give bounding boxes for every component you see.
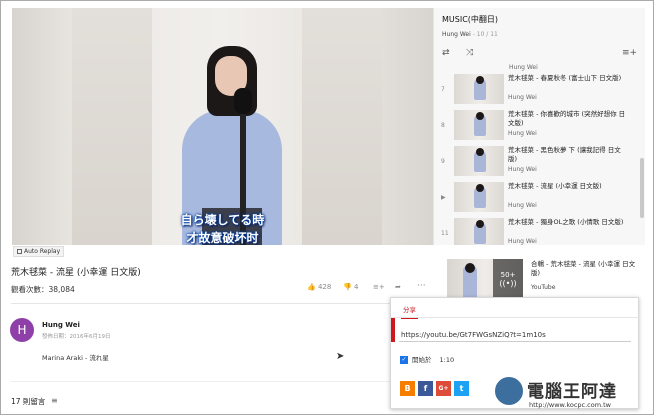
blogger-icon[interactable]: B [400, 381, 415, 396]
divider [11, 303, 431, 304]
related-channel: YouTube [531, 284, 556, 291]
playlist-item-index: 8 [441, 122, 445, 129]
add-to-icon[interactable]: ≡+ [373, 283, 385, 291]
playlist-item-title: 荒木毬菜 - 你喜歡的城市 (突然好想你 日文版) [508, 110, 626, 127]
playlist-scrollbar[interactable] [640, 158, 644, 218]
playlist-item-thumbnail [454, 218, 504, 245]
like-count: 428 [317, 283, 332, 291]
subtitle-line-1: 自ら壊してる時 [180, 213, 265, 227]
playlist-panel: MUSIC(中翻日) Hung Wei - 10 / 11 ⇄ ⤨ ≡+ Hun… [433, 8, 645, 245]
share-icon[interactable]: ➦ [395, 283, 401, 291]
watermark-title: 電腦王阿達 [527, 382, 617, 402]
divider [11, 381, 431, 382]
playlist-item[interactable]: 7 荒木毬菜 - 春夏秋冬 (富士山下 日文版) Hung Wei [434, 71, 645, 107]
playlist-item-index: 7 [441, 86, 445, 93]
playlist-item-author: Hung Wei [508, 130, 537, 137]
checkbox-icon [17, 249, 22, 254]
publish-date: 發佈日期：2016年6月19日 [42, 334, 111, 340]
loop-icon[interactable]: ⇄ [442, 48, 450, 58]
checkbox-checked-icon[interactable]: ✓ [400, 356, 408, 364]
playlist-position: - 10 / 11 [470, 31, 498, 38]
start-time-value[interactable]: 1:10 [440, 356, 455, 364]
thumbs-up-icon: 👍 [307, 283, 316, 291]
playlist-item[interactable]: 8 荒木毬菜 - 你喜歡的城市 (突然好想你 日文版) Hung Wei [434, 107, 645, 143]
related-thumbnail[interactable]: 50+ ((•)) [447, 259, 523, 300]
playlist-item-thumbnail [454, 74, 504, 104]
video-title: 荒木毬菜 - 流星 (小幸運 日文版) [11, 268, 141, 278]
google-plus-icon[interactable]: G+ [436, 381, 451, 396]
playlist-item-index: 9 [441, 158, 445, 165]
playlist-item-title: 荒木毬菜 - 獨身OL之歌 (小情歌 日文版) [508, 218, 624, 226]
watermark-logo [493, 375, 525, 407]
playlist-item-thumbnail [454, 110, 504, 140]
facebook-icon[interactable]: f [418, 381, 433, 396]
playlist-item-current[interactable]: ▶ 荒木毬菜 - 流星 (小幸運 日文版) Hung Wei [434, 179, 645, 215]
auto-replay-toggle[interactable]: Auto Replay [13, 246, 65, 257]
divider [391, 317, 640, 318]
playlist-item[interactable]: 9 荒木毬菜 - 黑色秋夢 下 (讓我記得 日文版) Hung Wei [434, 143, 645, 179]
dislike-count: 4 [353, 283, 359, 291]
channel-name[interactable]: Hung Wei [42, 321, 80, 329]
start-at-label: 開始於 [412, 356, 432, 364]
watermark-url: http://www.kocpc.com.tw [529, 401, 611, 409]
sort-icon[interactable]: ≡ [51, 396, 58, 405]
subtitle-line-2: 才故意破坏时 [186, 231, 259, 245]
page-frame: 自ら壊してる時 才故意破坏时 Auto Replay MUSIC(中翻日) Hu… [0, 0, 654, 415]
playlist-item-title: 荒木毬菜 - 春夏秋冬 (富士山下 日文版) [508, 74, 622, 82]
like-button[interactable]: 👍 428 [307, 283, 331, 291]
thumbs-down-icon: 👎 [343, 283, 352, 291]
mouse-cursor-icon: ➤ [336, 351, 345, 362]
playlist-overlay: 50+ ((•)) [493, 259, 523, 300]
playlist-item-index: 11 [441, 230, 449, 237]
twitter-icon[interactable]: t [454, 381, 469, 396]
playlist-item-title: 荒木毬菜 - 黑色秋夢 下 (讓我記得 日文版) [508, 146, 621, 163]
playlist-item-author: Hung Wei [508, 94, 537, 101]
active-indicator [391, 318, 395, 342]
playlist-item-thumbnail [454, 182, 504, 212]
wall-panel [72, 8, 152, 245]
view-count: 觀看次數：38,084 [11, 285, 75, 294]
shuffle-icon[interactable]: ⤨ [466, 48, 473, 58]
playlist-item-author: Hung Wei [508, 202, 537, 209]
playlist-owner: Hung Wei - 10 / 11 [442, 31, 498, 38]
video-player[interactable]: 自ら壊してる時 才故意破坏时 [12, 8, 433, 245]
playlist-item-author: Hung Wei [509, 64, 538, 71]
avatar[interactable]: H [10, 318, 34, 342]
playlist-icon: ((•)) [499, 279, 517, 288]
playlist-item-thumbnail [454, 146, 504, 176]
auto-replay-label: Auto Replay [24, 248, 61, 255]
playlist-item-title: 荒木毬菜 - 流星 (小幸運 日文版) [508, 182, 602, 190]
related-title[interactable]: 合輯 - 荒木毬菜 - 流星 (小幸運 日文版) [531, 260, 641, 278]
share-url-input[interactable] [399, 328, 631, 342]
playlist-item[interactable]: 11 荒木毬菜 - 獨身OL之歌 (小情歌 日文版) Hung Wei [434, 215, 645, 245]
playlist-count: 50+ [500, 271, 516, 279]
playlist-owner-name[interactable]: Hung Wei [442, 31, 471, 38]
microphone [234, 88, 252, 114]
comment-count: 17 則留言 [11, 397, 46, 406]
start-at-option[interactable]: ✓ 開始於 1:10 [400, 354, 454, 364]
more-icon[interactable]: ··· [417, 281, 426, 291]
watermark: 電腦王阿達 http://www.kocpc.com.tw [493, 373, 653, 413]
playlist-title[interactable]: MUSIC(中翻日) [442, 14, 498, 25]
video-description: Marina Araki - 流れ星 [42, 354, 109, 362]
playlist-list: 7 荒木毬菜 - 春夏秋冬 (富士山下 日文版) Hung Wei 8 荒木毬菜… [434, 71, 645, 245]
playlist-item-author: Hung Wei [508, 238, 537, 245]
playlist-item-author: Hung Wei [508, 166, 537, 173]
dislike-button[interactable]: 👎 4 [343, 283, 358, 291]
now-playing-icon: ▶ [441, 194, 446, 201]
add-to-playlist-icon[interactable]: ≡+ [622, 48, 637, 58]
wall-panel [302, 8, 382, 245]
social-share-buttons: Bf G+ t [400, 381, 472, 400]
